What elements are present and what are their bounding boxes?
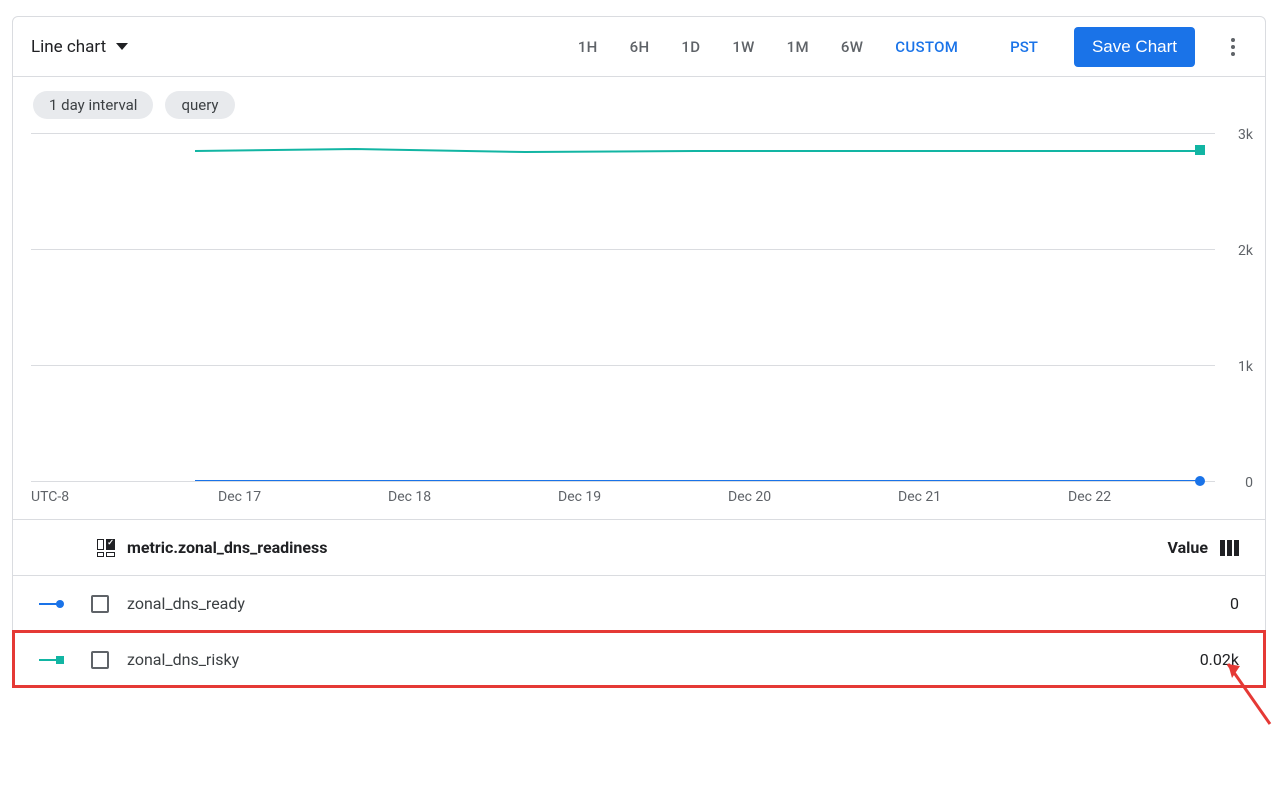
series-checkbox[interactable] [91, 651, 109, 669]
x-tick-label: Dec 22 [1068, 489, 1111, 505]
series-name: zonal_dns_risky [127, 650, 1200, 669]
group-by-icon: ✓ [97, 539, 115, 557]
chart-type-dropdown[interactable]: Line chart [31, 37, 128, 57]
series-end-marker-ready [1195, 476, 1205, 486]
timezone-button[interactable]: PST [982, 30, 1058, 64]
time-range-1h[interactable]: 1H [562, 30, 614, 64]
time-range-6h[interactable]: 6H [614, 30, 666, 64]
legend-row[interactable]: zonal_dns_risky0.02k [13, 631, 1265, 687]
legend-row[interactable]: zonal_dns_ready0 [13, 575, 1265, 631]
save-chart-button[interactable]: Save Chart [1074, 27, 1195, 67]
chart-plot-area[interactable]: 3k 2k 1k 0 UTC-8 Dec 17 Dec 18 Dec 19 De… [13, 129, 1265, 519]
y-tick-label: 3k [1238, 127, 1253, 143]
chevron-down-icon [116, 43, 128, 50]
y-tick-label: 0 [1245, 475, 1253, 491]
chart-type-label: Line chart [31, 37, 106, 57]
y-tick-label: 2k [1238, 243, 1253, 259]
legend-header: ✓ metric.zonal_dns_readiness Value [13, 520, 1265, 575]
chart-card: Line chart 1H6H1D1W1M6WCUSTOM PST Save C… [12, 16, 1266, 688]
legend-section: ✓ metric.zonal_dns_readiness Value zonal… [13, 519, 1265, 687]
time-range-1m[interactable]: 1M [771, 30, 825, 64]
chip[interactable]: 1 day interval [33, 91, 153, 119]
chart-series-ready [195, 480, 1199, 481]
columns-icon[interactable] [1220, 540, 1239, 556]
x-tick-label: Dec 18 [388, 489, 431, 505]
time-range-custom[interactable]: CUSTOM [879, 30, 974, 64]
series-value: 0 [1230, 594, 1239, 613]
series-checkbox[interactable] [91, 595, 109, 613]
chips-row: 1 day interval query [13, 77, 1265, 119]
chart-series-risky [195, 143, 1195, 163]
chart-toolbar: Line chart 1H6H1D1W1M6WCUSTOM PST Save C… [13, 17, 1265, 77]
time-range-group: 1H6H1D1W1M6WCUSTOM [562, 30, 974, 64]
series-name: zonal_dns_ready [127, 594, 1230, 613]
x-tick-label: Dec 19 [558, 489, 601, 505]
x-tick-label: Dec 20 [728, 489, 771, 505]
more-menu-button[interactable] [1203, 28, 1247, 66]
time-range-6w[interactable]: 6W [825, 30, 879, 64]
legend-group-label: metric.zonal_dns_readiness [127, 538, 327, 557]
chip[interactable]: query [165, 91, 234, 119]
x-tick-label: Dec 17 [218, 489, 261, 505]
series-end-marker-risky [1195, 145, 1205, 155]
x-tick-label: Dec 21 [898, 489, 941, 505]
time-range-1w[interactable]: 1W [716, 30, 770, 64]
annotation-arrow-icon [1222, 658, 1274, 728]
time-range-1d[interactable]: 1D [665, 30, 716, 64]
series-swatch [39, 656, 69, 664]
y-tick-label: 1k [1238, 359, 1253, 375]
legend-value-header: Value [1168, 538, 1209, 557]
series-swatch [39, 600, 69, 608]
x-axis-timezone: UTC-8 [31, 489, 69, 505]
